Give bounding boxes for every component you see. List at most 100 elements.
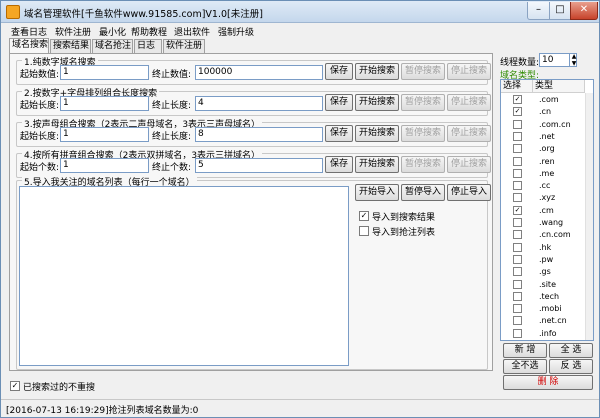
stop-search-button[interactable]: 停止搜索 [447, 156, 491, 173]
list-item[interactable]: ✓ .com [501, 94, 593, 106]
save-button[interactable]: 保存 [325, 125, 353, 142]
domain-type-checkbox[interactable] [513, 144, 522, 154]
list-item[interactable]: .tech [501, 291, 593, 303]
close-button[interactable]: ✕ [570, 2, 598, 20]
stop-search-button[interactable]: 停止搜索 [447, 94, 491, 111]
start-length-input[interactable]: 1 [60, 96, 149, 111]
list-item[interactable]: .org [501, 143, 593, 155]
list-item[interactable]: ✓ .cm [501, 205, 593, 217]
add-type-button[interactable]: 新 增 [503, 343, 547, 358]
select-none-button[interactable]: 全不选 [503, 359, 547, 374]
col-header-select[interactable]: 选择 [501, 80, 533, 93]
domain-type-checkbox[interactable] [513, 316, 522, 326]
menu-exit[interactable]: 退出软件 [174, 25, 210, 38]
pause-search-button[interactable]: 暂停搜索 [401, 63, 445, 80]
list-item[interactable]: .wang [501, 217, 593, 229]
domain-type-checkbox[interactable] [513, 254, 522, 264]
save-button[interactable]: 保存 [325, 94, 353, 111]
pause-search-button[interactable]: 暂停搜索 [401, 125, 445, 142]
domain-type-checkbox[interactable] [513, 168, 522, 178]
list-item[interactable]: .info [501, 328, 593, 340]
domain-type-checkbox[interactable] [513, 156, 522, 166]
thread-count-stepper[interactable]: ▲ ▼ [569, 53, 578, 67]
stop-import-button[interactable]: 停止导入 [447, 184, 491, 201]
no-repeat-checkbox[interactable]: ✓ [10, 381, 20, 391]
menu-view-log[interactable]: 查看日志 [11, 25, 47, 38]
domain-type-checkbox[interactable] [513, 218, 522, 227]
pause-search-button[interactable]: 暂停搜索 [401, 156, 445, 173]
domain-type-list: 选择 类型 ✓ .com ✓ .cn .com.cn .net .org .ren .me .cc… [500, 79, 594, 341]
list-item[interactable]: .pw [501, 254, 593, 266]
list-item[interactable]: .me [501, 168, 593, 180]
list-scrollbar[interactable] [585, 93, 593, 340]
domain-type-name: .cc [539, 181, 551, 191]
start-search-button[interactable]: 开始搜索 [355, 63, 399, 80]
pause-import-button[interactable]: 暂停导入 [401, 184, 445, 201]
tab-domain-search[interactable]: 域名搜索 [9, 38, 49, 53]
title-bar: 域名管理软件[千鱼软件www.91585.com]V1.0[未注册] – □ ✕ [1, 1, 599, 23]
domain-type-checkbox[interactable] [513, 304, 522, 314]
start-length-input[interactable]: 1 [60, 127, 149, 142]
list-item[interactable]: .site [501, 279, 593, 291]
tab-search-results[interactable]: 搜索结果 [50, 39, 91, 53]
delete-type-button[interactable]: 删 除 [503, 375, 593, 390]
tab-domain-snipe[interactable]: 域名抢注 [92, 39, 133, 53]
start-value-input[interactable]: 1 [60, 65, 149, 80]
stop-search-button[interactable]: 停止搜索 [447, 125, 491, 142]
list-item[interactable]: .ren [501, 156, 593, 168]
domain-type-checkbox[interactable] [513, 291, 522, 301]
start-search-button[interactable]: 开始搜索 [355, 156, 399, 173]
list-item[interactable]: .cn.com [501, 229, 593, 241]
import-to-results-checkbox[interactable]: ✓ [359, 211, 369, 221]
start-count-input[interactable]: 1 [60, 158, 149, 173]
domain-type-checkbox[interactable]: ✓ [513, 107, 522, 117]
domain-type-name: .ren [539, 156, 555, 166]
stop-search-button[interactable]: 停止搜索 [447, 63, 491, 80]
list-item[interactable]: .hk [501, 242, 593, 254]
end-value-input[interactable]: 100000 [195, 65, 323, 80]
domain-type-checkbox[interactable] [513, 131, 522, 141]
list-item[interactable]: .net.cn [501, 315, 593, 327]
menu-help[interactable]: 帮助教程 [131, 25, 167, 38]
save-button[interactable]: 保存 [325, 156, 353, 173]
domain-type-checkbox[interactable] [513, 279, 522, 289]
tab-register[interactable]: 软件注册 [163, 39, 205, 53]
start-search-button[interactable]: 开始搜索 [355, 125, 399, 142]
domain-type-checkbox[interactable] [513, 181, 522, 191]
list-item[interactable]: .com.cn [501, 119, 593, 131]
minimize-button[interactable]: – [527, 2, 550, 20]
select-all-button[interactable]: 全 选 [549, 343, 593, 358]
domain-type-checkbox[interactable]: ✓ [513, 95, 522, 104]
list-item[interactable]: .xyz [501, 192, 593, 204]
end-count-input[interactable]: 5 [195, 158, 323, 173]
domain-type-checkbox[interactable] [513, 328, 522, 338]
menu-minimize[interactable]: 最小化 [99, 25, 126, 38]
domain-type-checkbox[interactable] [513, 119, 522, 129]
domain-type-name: .gs [539, 267, 551, 277]
list-item[interactable]: .gs [501, 266, 593, 278]
domain-list-textarea[interactable] [19, 186, 349, 366]
list-item[interactable]: .mobi [501, 303, 593, 315]
list-item[interactable]: .cc [501, 180, 593, 192]
domain-type-checkbox[interactable]: ✓ [513, 205, 522, 215]
maximize-button[interactable]: □ [549, 2, 571, 20]
domain-type-checkbox[interactable] [513, 242, 522, 252]
domain-type-checkbox[interactable] [513, 193, 522, 203]
menu-register[interactable]: 软件注册 [55, 25, 91, 38]
domain-type-checkbox[interactable] [513, 267, 522, 277]
end-length-input[interactable]: 4 [195, 96, 323, 111]
invert-selection-button[interactable]: 反 选 [549, 359, 593, 374]
save-button[interactable]: 保存 [325, 63, 353, 80]
domain-type-name: .net.cn [539, 316, 567, 326]
tab-log[interactable]: 日志 [134, 39, 162, 53]
start-search-button[interactable]: 开始搜索 [355, 94, 399, 111]
domain-type-checkbox[interactable] [513, 230, 522, 240]
pause-search-button[interactable]: 暂停搜索 [401, 94, 445, 111]
list-item[interactable]: .net [501, 131, 593, 143]
import-to-snipe-checkbox[interactable] [359, 226, 369, 236]
col-header-type[interactable]: 类型 [533, 80, 585, 93]
list-item[interactable]: ✓ .cn [501, 106, 593, 118]
menu-force-upgrade[interactable]: 强制升级 [218, 25, 254, 38]
start-import-button[interactable]: 开始导入 [355, 184, 399, 201]
end-length-input[interactable]: 8 [195, 127, 323, 142]
